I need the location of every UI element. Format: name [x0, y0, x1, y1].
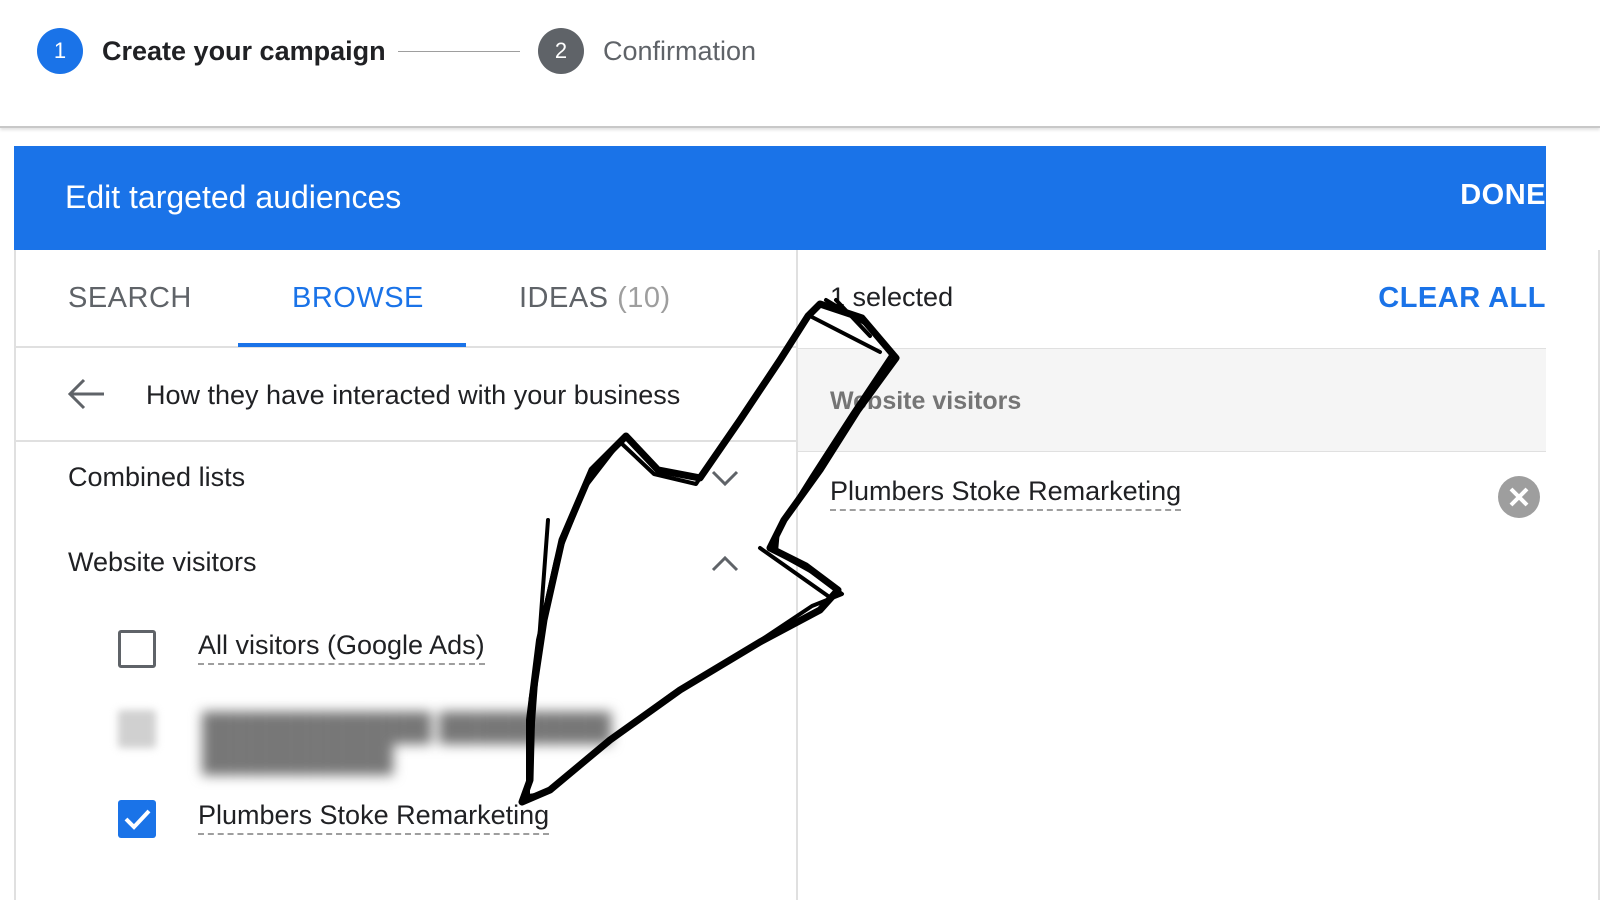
chevron-down-icon[interactable] [710, 468, 740, 488]
tab-ideas-count: (10) [617, 282, 671, 314]
breadcrumb: How they have interacted with your busin… [16, 348, 798, 442]
active-tab-indicator [238, 343, 466, 347]
dialog-header: Edit targeted audiences DONE [14, 146, 1546, 250]
selected-panel: 1 selected CLEAR ALL Website visitors Pl… [798, 250, 1546, 900]
checkbox-all-visitors[interactable] [118, 630, 156, 668]
close-icon [1509, 487, 1529, 507]
dialog-title: Edit targeted audiences [65, 179, 402, 215]
step-2-label: Confirmation [603, 35, 757, 66]
category-combined-lists[interactable]: Combined lists [68, 462, 245, 493]
item-plumbers-stoke[interactable]: Plumbers Stoke Remarketing [198, 800, 550, 835]
step-1-label: Create your campaign [102, 35, 386, 66]
tab-ideas-label: IDEAS [519, 282, 609, 314]
remove-selected-button[interactable] [1498, 476, 1540, 518]
checkbox-blurred [118, 710, 156, 748]
step-1-number: 1 [37, 28, 83, 74]
clear-all-button[interactable]: CLEAR ALL [1378, 282, 1546, 315]
done-button[interactable]: DONE [1460, 179, 1546, 212]
audience-tabs: SEARCH BROWSE IDEAS (10) [16, 250, 798, 348]
selected-group-title: Website visitors [830, 387, 1022, 415]
step-create-campaign: 1 Create your campaign [37, 28, 386, 74]
category-website-visitors[interactable]: Website visitors [68, 547, 257, 578]
chevron-up-icon[interactable] [710, 554, 740, 574]
checkmark-icon [124, 809, 151, 830]
breadcrumb-title: How they have interacted with your busin… [146, 380, 681, 410]
browse-panel: SEARCH BROWSE IDEAS (10) How they have i… [14, 250, 798, 900]
checkbox-plumbers-stoke[interactable] [118, 800, 156, 838]
step-2-number: 2 [538, 28, 584, 74]
selected-group-header: Website visitors [798, 348, 1546, 452]
selected-item-plumbers-stoke: Plumbers Stoke Remarketing [830, 476, 1182, 511]
selected-count: 1 selected [830, 282, 954, 312]
tab-ideas[interactable]: IDEAS (10) [519, 282, 671, 315]
step-confirmation: 2 Confirmation [538, 28, 756, 74]
campaign-stepper: 1 Create your campaign 2 Confirmation [0, 0, 1600, 128]
step-connector [398, 51, 520, 52]
tab-browse[interactable]: BROWSE [292, 282, 424, 315]
blurred-item: ████████████ █████████ ██████████ [202, 712, 612, 773]
tab-search[interactable]: SEARCH [68, 282, 192, 315]
item-all-visitors[interactable]: All visitors (Google Ads) [198, 630, 485, 665]
back-arrow-icon[interactable] [66, 376, 106, 412]
